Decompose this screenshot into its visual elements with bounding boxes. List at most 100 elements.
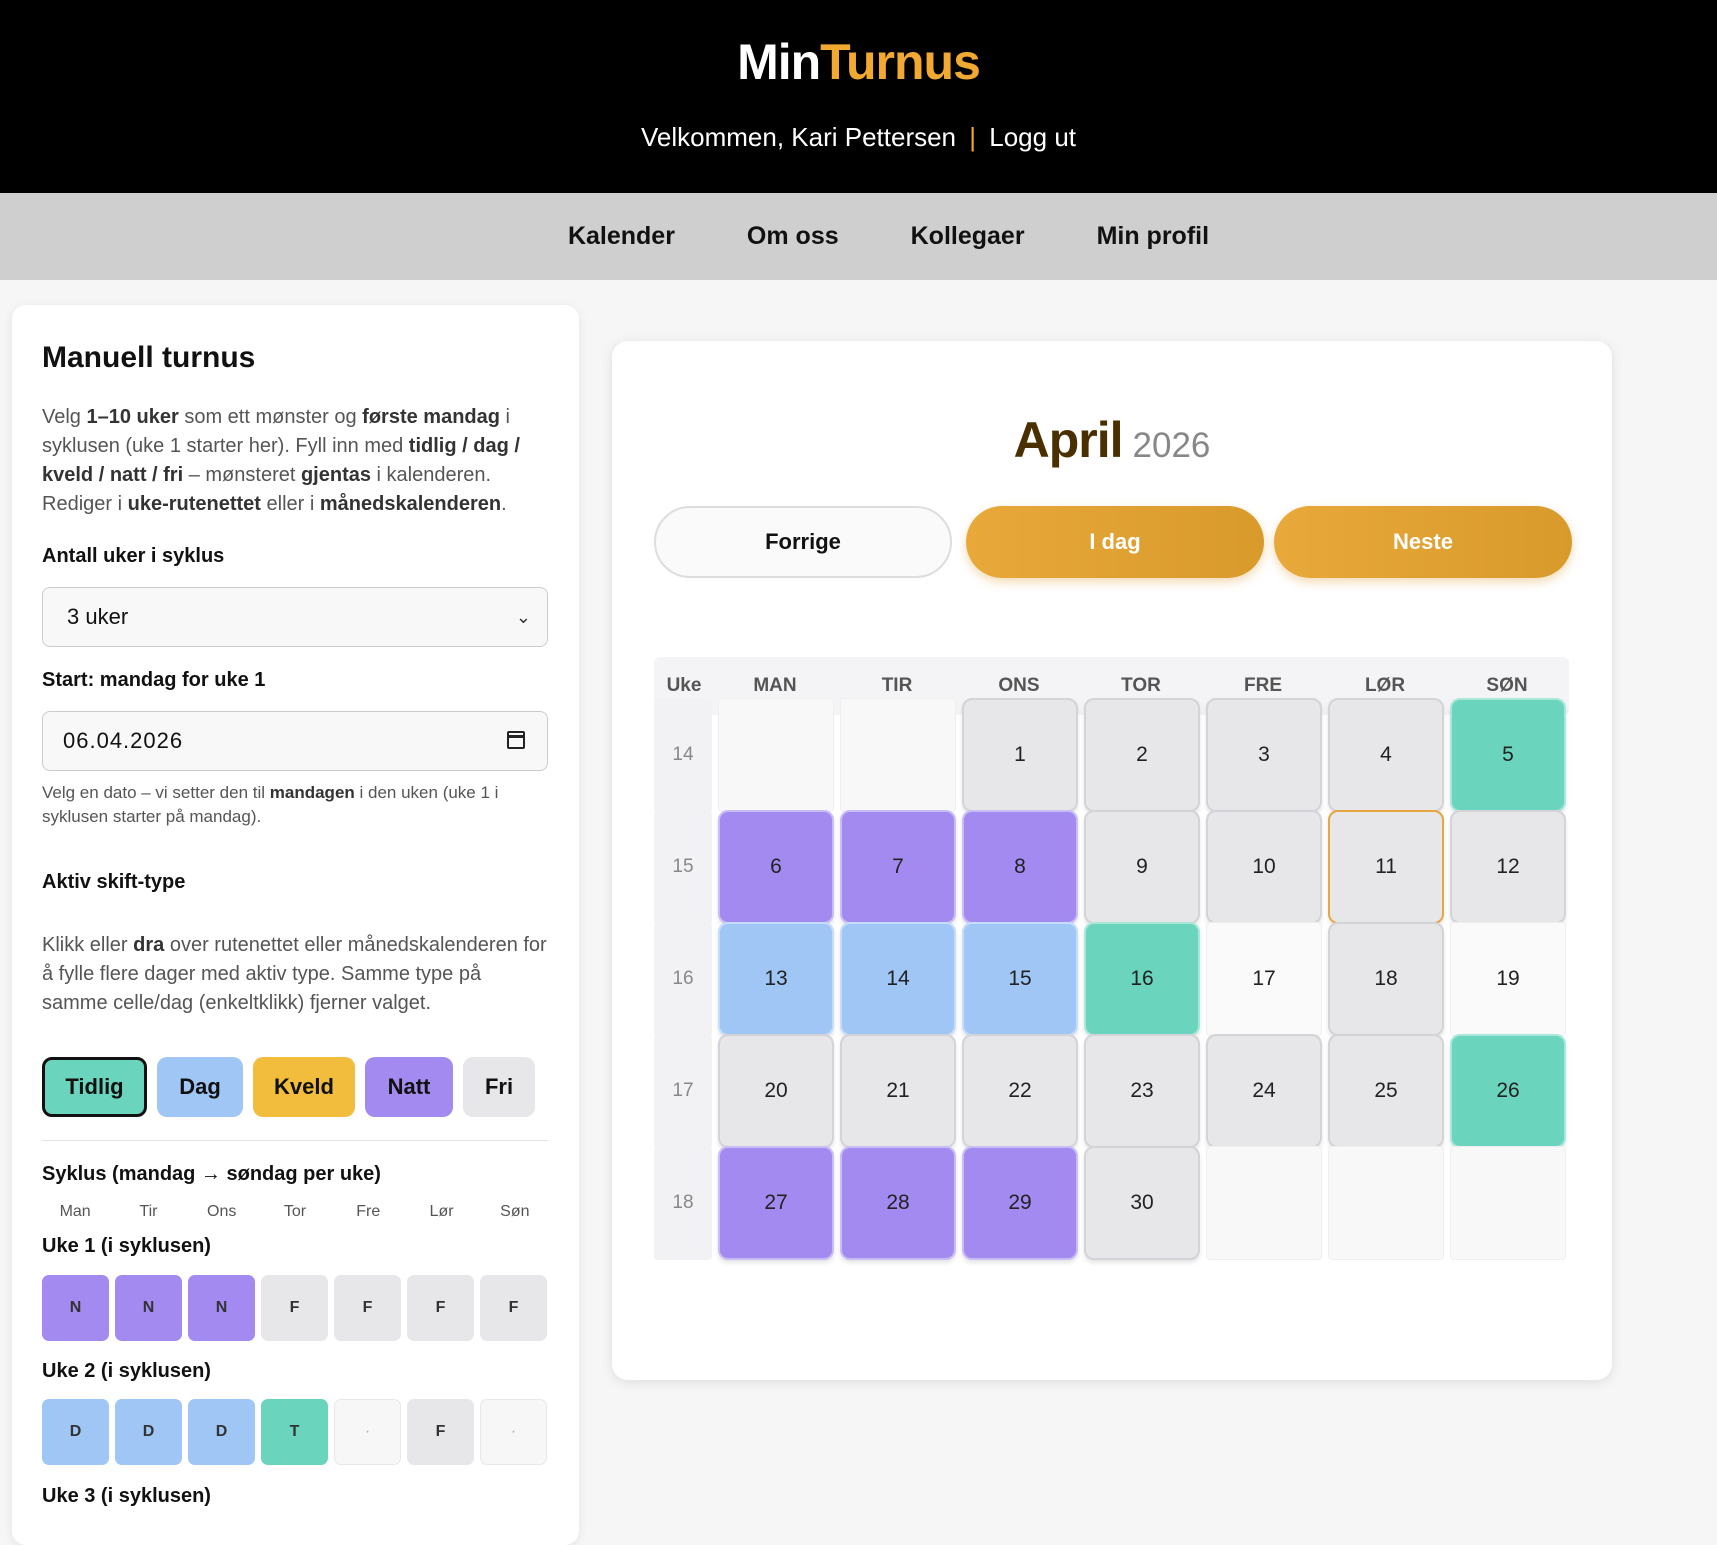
calendar-week-row: 18 27 28 29 30 xyxy=(654,1146,1572,1264)
manual-rota-panel: Manuell turnus Velg 1–10 uker som ett mø… xyxy=(12,305,579,1545)
calendar-day[interactable]: 12 xyxy=(1450,810,1566,924)
calendar-day[interactable]: 26 xyxy=(1450,1034,1566,1148)
calendar-week-row: 17 20 21 22 23 24 25 26 xyxy=(654,1034,1572,1152)
day-header: SØN xyxy=(1486,675,1528,696)
calendar-day[interactable]: 19 xyxy=(1450,922,1566,1036)
cycle-week-1-row: NNNFFFF xyxy=(42,1275,547,1341)
cycle-day: Fre xyxy=(356,1203,381,1220)
calendar-day[interactable]: 16 xyxy=(1084,922,1200,1036)
calendar-day[interactable]: 28 xyxy=(840,1146,956,1260)
start-date-input[interactable]: 06.04.2026 xyxy=(42,711,548,771)
cycle-cell[interactable]: D xyxy=(188,1399,255,1465)
panel-intro: Velg 1–10 uker som ett mønster og første… xyxy=(42,406,520,515)
calendar-day[interactable]: 24 xyxy=(1206,1034,1322,1148)
cycle-week-1-label: Uke 1 (i syklusen) xyxy=(42,1235,211,1257)
calendar-day-empty xyxy=(1450,1146,1566,1260)
calendar-icon[interactable] xyxy=(507,731,525,749)
prev-button[interactable]: Forrige xyxy=(654,506,952,578)
calendar-day[interactable]: 15 xyxy=(962,922,1078,1036)
calendar-day[interactable]: 20 xyxy=(718,1034,834,1148)
calendar-day-today[interactable]: 11 xyxy=(1328,810,1444,924)
week-number: 14 xyxy=(654,698,712,812)
calendar-day[interactable]: 3 xyxy=(1206,698,1322,812)
cycle-day: Tor xyxy=(283,1203,307,1220)
calendar-day[interactable]: 25 xyxy=(1328,1034,1444,1148)
calendar-day-empty xyxy=(718,698,834,812)
cycle-cell[interactable]: D xyxy=(115,1399,182,1465)
cycle-cell[interactable]: N xyxy=(42,1275,109,1341)
calendar-day[interactable]: 27 xyxy=(718,1146,834,1260)
cycle-cell[interactable]: F xyxy=(480,1275,547,1341)
nav-om-oss[interactable]: Om oss xyxy=(747,222,839,251)
start-label: Start: mandag for uke 1 xyxy=(42,669,266,691)
cycle-cell[interactable]: N xyxy=(115,1275,182,1341)
calendar-day[interactable]: 2 xyxy=(1084,698,1200,812)
cycle-day-header: Man Tir Ons Tor Fre Lør Søn xyxy=(42,1203,548,1221)
calendar-day[interactable]: 21 xyxy=(840,1034,956,1148)
site-header: MinTurnus Velkommen, Kari Pettersen | Lo… xyxy=(0,0,1717,193)
cycle-cell[interactable]: F xyxy=(334,1275,401,1341)
welcome-bar: Velkommen, Kari Pettersen | Logg ut xyxy=(0,122,1717,153)
calendar-day[interactable]: 9 xyxy=(1084,810,1200,924)
cycle-cell[interactable]: F xyxy=(407,1399,474,1465)
cycle-week-2-row: D D D T · F · xyxy=(42,1399,547,1465)
type-fri-button[interactable]: Fri xyxy=(463,1057,535,1117)
calendar-day[interactable]: 23 xyxy=(1084,1034,1200,1148)
calendar-day[interactable]: 17 xyxy=(1206,922,1322,1036)
cycle-cell[interactable]: D xyxy=(42,1399,109,1465)
cycle-day: Lør xyxy=(429,1203,454,1220)
next-button[interactable]: Neste xyxy=(1274,506,1572,578)
type-tidlig-button[interactable]: Tidlig xyxy=(42,1057,147,1117)
calendar-day[interactable]: 14 xyxy=(840,922,956,1036)
cycle-week-3-label: Uke 3 (i syklusen) xyxy=(42,1485,211,1507)
day-header: TOR xyxy=(1121,675,1161,696)
calendar-day[interactable]: 29 xyxy=(962,1146,1078,1260)
cycle-cell[interactable]: · xyxy=(480,1399,547,1465)
calendar-day[interactable]: 6 xyxy=(718,810,834,924)
month-title: April 2026 xyxy=(612,411,1612,469)
calendar-day[interactable]: 18 xyxy=(1328,922,1444,1036)
logout-link[interactable]: Logg ut xyxy=(989,122,1076,152)
week-number: 18 xyxy=(654,1146,712,1260)
day-header: LØR xyxy=(1364,675,1406,696)
calendar-day[interactable]: 7 xyxy=(840,810,956,924)
logo-part-2: Turnus xyxy=(820,34,981,90)
cycle-cell[interactable]: T xyxy=(261,1399,328,1465)
type-natt-button[interactable]: Natt xyxy=(365,1057,453,1117)
nav-kollegaer[interactable]: Kollegaer xyxy=(911,222,1025,251)
active-type-label: Aktiv skift-type xyxy=(42,871,186,893)
type-dag-button[interactable]: Dag xyxy=(157,1057,243,1117)
calendar-day[interactable]: 8 xyxy=(962,810,1078,924)
type-kveld-button[interactable]: Kveld xyxy=(253,1057,355,1117)
nav-min-profil[interactable]: Min profil xyxy=(1097,222,1209,251)
panel-title: Manuell turnus xyxy=(42,341,256,374)
weeks-label: Antall uker i syklus xyxy=(42,545,225,567)
weeks-select-value: 3 uker xyxy=(67,604,129,629)
welcome-text: Velkommen, Kari Pettersen xyxy=(640,122,957,152)
day-header: ONS xyxy=(998,675,1040,696)
cycle-label: Syklus (mandag → søndag per uke) xyxy=(42,1163,381,1185)
day-header: FRE xyxy=(1244,675,1282,696)
today-button[interactable]: I dag xyxy=(966,506,1264,578)
calendar-day[interactable]: 4 xyxy=(1328,698,1444,812)
calendar-day[interactable]: 10 xyxy=(1206,810,1322,924)
weeks-select[interactable]: 3 uker ⌄ xyxy=(42,587,548,647)
day-header: MAN xyxy=(753,675,797,696)
logo-part-1: Min xyxy=(737,34,821,90)
calendar-day[interactable]: 5 xyxy=(1450,698,1566,812)
day-header: TIR xyxy=(881,675,913,696)
cycle-day: Man xyxy=(59,1203,91,1220)
calendar-day[interactable]: 30 xyxy=(1084,1146,1200,1260)
cycle-cell[interactable]: N xyxy=(188,1275,255,1341)
calendar-week-row: 14 1 2 3 4 5 xyxy=(654,698,1572,816)
nav-kalender[interactable]: Kalender xyxy=(568,222,675,251)
active-type-help: Klikk eller dra over rutenettet eller må… xyxy=(42,934,547,1014)
logo[interactable]: MinTurnus xyxy=(0,33,1717,91)
cycle-cell[interactable]: · xyxy=(334,1399,401,1465)
calendar-day[interactable]: 1 xyxy=(962,698,1078,812)
calendar-day[interactable]: 13 xyxy=(718,922,834,1036)
calendar-day[interactable]: 22 xyxy=(962,1034,1078,1148)
cycle-cell[interactable]: F xyxy=(261,1275,328,1341)
main-nav: Kalender Om oss Kollegaer Min profil xyxy=(0,193,1717,280)
cycle-cell[interactable]: F xyxy=(407,1275,474,1341)
